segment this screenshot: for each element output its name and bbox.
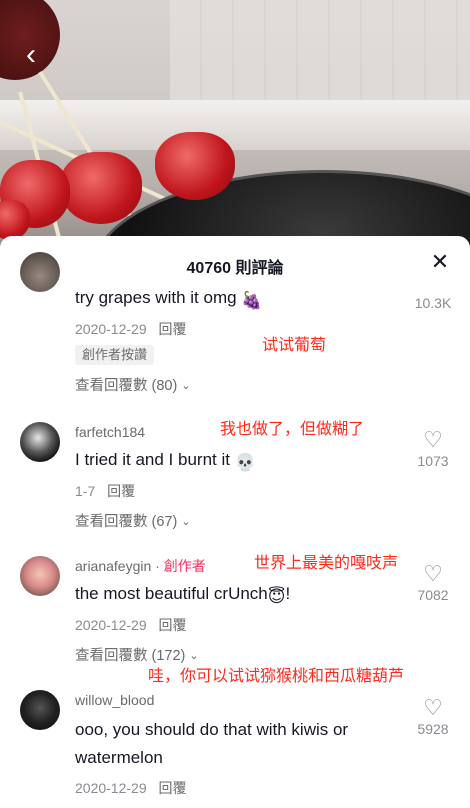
view-replies-label: 查看回覆數 (80) [75,378,178,394]
comment-date: 1-7 [75,483,96,499]
smiling-halo-emoji: 😇 [267,587,286,606]
view-replies-label: 查看回覆數 (172) [75,648,186,664]
like-button[interactable]: 10.3K [408,294,458,312]
comment-date: 2020-12-29 [75,321,147,337]
view-replies-label: 查看回覆數 (67) [75,514,178,530]
view-replies-button[interactable]: 查看回覆數 (80) ⌄ [75,373,405,399]
like-count: 5928 [417,721,449,737]
heart-icon: ♡ [423,427,443,452]
like-button[interactable]: ♡ 1073 [408,428,458,470]
comment-text: ooo, you should do that with kiwis or wa… [75,716,405,772]
comment-item: arianafeygin · 創作者 the most beautiful cr… [0,554,470,684]
translation-annotation: 世界上最美的嘎吱声 [254,555,399,572]
comment-text: the most beautiful crUnch😇! [75,580,405,611]
like-count: 10.3K [414,295,452,311]
comment-text-content: the most beautiful crUnch [75,584,268,603]
creator-tag: · 創作者 [151,558,206,574]
reply-button[interactable]: 回覆 [159,617,187,633]
comment-body: willow_blood ooo, you should do that wit… [75,690,405,800]
comment-body: try grapes with it omg 🍇 2020-12-29 回覆 創… [75,284,405,399]
chevron-down-icon: ⌄ [189,650,199,662]
back-button[interactable]: ‹ [14,38,48,72]
like-count: 7082 [417,587,449,603]
strawberry [155,132,235,200]
avatar[interactable] [20,422,60,462]
close-icon: ✕ [430,249,450,274]
like-count: 1073 [417,453,449,469]
comment-item: farfetch184 I tried it and I burnt it 💀 … [0,420,470,540]
grapes-emoji: 🍇 [241,291,263,310]
avatar[interactable] [20,690,60,730]
comment-date: 2020-12-29 [75,617,147,633]
view-replies-button[interactable]: 查看回覆數 (67) ⌄ [75,509,405,535]
comment-username[interactable]: willow_blood [75,690,405,710]
avatar[interactable] [20,556,60,596]
comment-username-text[interactable]: arianafeygin [75,558,151,574]
comment-count-title: 40760 則評論 [186,260,284,277]
strawberry [0,200,30,240]
comments-sheet: 40760 則評論 ✕ try grapes with it omg 🍇 202… [0,236,470,808]
heart-icon: ♡ [423,561,443,586]
comment-text: I tried it and I burnt it 💀 [75,446,405,477]
creator-liked-badge: 創作者按讚 [75,345,155,365]
strawberry [60,152,142,224]
chevron-down-icon: ⌄ [181,380,191,392]
reply-button[interactable]: 回覆 [159,321,187,337]
skull-emoji: 💀 [234,453,256,472]
translation-annotation: 我也做了，但做糊了 [220,421,365,438]
translation-annotation: 哇，你可以试试猕猴桃和西瓜糖葫芦 [148,668,405,685]
reply-button[interactable]: 回覆 [159,780,187,796]
view-replies-button[interactable]: 查看回覆數 (172) ⌄ [75,643,405,669]
comment-item: try grapes with it omg 🍇 2020-12-29 回覆 創… [0,252,470,408]
comment-text-suffix: ! [285,584,291,603]
reply-button[interactable]: 回覆 [107,483,135,499]
avatar[interactable] [20,252,60,292]
comment-date: 2020-12-29 [75,780,147,796]
video-background [0,0,470,260]
chevron-down-icon: ⌄ [181,516,191,528]
comment-text-line: watermelon [75,748,163,767]
comment-meta: 1-7 回覆 [75,479,405,503]
comment-meta: 2020-12-29 回覆 [75,613,405,637]
like-button[interactable]: ♡ 5928 [408,696,458,738]
translation-annotation: 试试葡萄 [262,337,327,354]
comment-text-content: I tried it and I burnt it [75,450,230,469]
heart-icon: ♡ [423,695,443,720]
comment-text-content: try grapes with it omg [75,288,237,307]
chevron-left-icon: ‹ [26,38,36,71]
comment-item: willow_blood ooo, you should do that wit… [0,688,470,808]
comment-text-line: ooo, you should do that with kiwis or [75,720,349,739]
like-button[interactable]: ♡ 7082 [408,562,458,604]
comment-meta: 2020-12-29 回覆 [75,317,405,341]
comment-meta: 2020-12-29 回覆 [75,776,405,800]
close-button[interactable]: ✕ [428,250,452,274]
comment-text: try grapes with it omg 🍇 [75,284,405,315]
